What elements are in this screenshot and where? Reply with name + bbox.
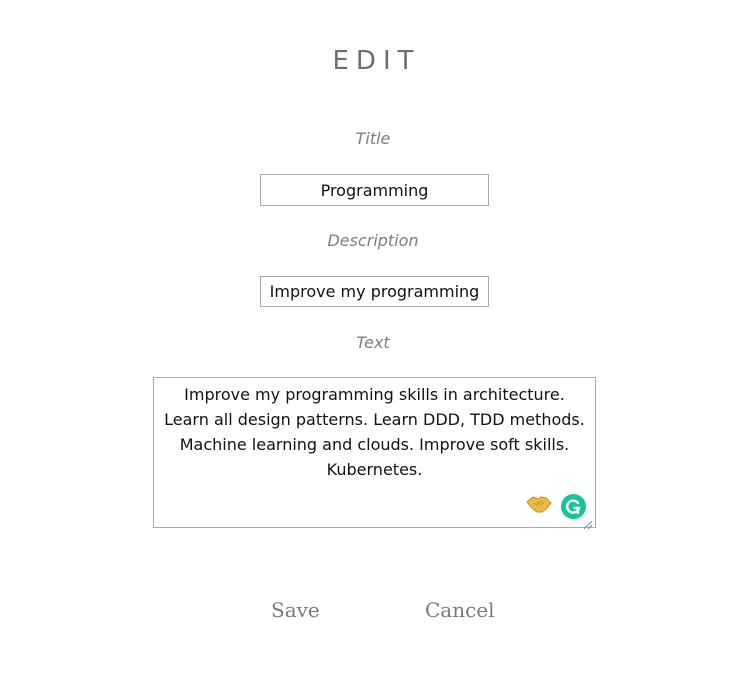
page-title: EDIT (332, 46, 421, 76)
title-input[interactable] (260, 174, 489, 206)
text-area-content[interactable]: Improve my programming skills in archite… (162, 382, 587, 482)
text-label: Text (356, 333, 390, 352)
description-label: Description (327, 231, 419, 250)
title-label: Title (355, 129, 391, 148)
save-button[interactable]: Save (271, 598, 320, 622)
text-area[interactable]: Improve my programming skills in archite… (153, 377, 596, 530)
resize-handle-icon[interactable] (583, 515, 593, 530)
description-input[interactable] (260, 276, 489, 307)
handshake-icon[interactable] (526, 494, 552, 514)
cancel-button[interactable]: Cancel (425, 598, 495, 622)
